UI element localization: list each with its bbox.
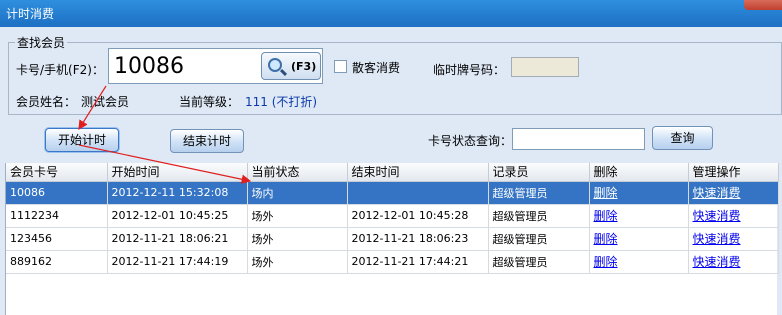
close-icon[interactable] [744,0,782,10]
delete-link[interactable]: 删除 [589,227,689,251]
stop-timing-button[interactable]: 结束计时 [170,129,244,153]
start-timing-button[interactable]: 开始计时 [45,128,119,152]
column-header[interactable]: 删除 [589,163,689,182]
end-time-cell: 2012-11-21 17:44:21 [347,250,489,274]
recorder-cell: 超级管理员 [488,181,590,205]
walkin-label: 散客消费 [352,61,401,75]
recorder-cell: 超级管理员 [488,227,590,251]
title-bar: 计时消费 [0,0,782,27]
column-header[interactable]: 记录员 [488,163,590,182]
search-shortcut-label: (F3) [291,60,317,73]
status-cell: 场外 [247,204,348,228]
status-cell: 场外 [247,250,348,274]
quick-consume-link[interactable]: 快速消费 [688,204,779,228]
status-query-label: 卡号状态查询： [428,134,513,148]
table-header-row: 会员卡号 开始时间 当前状态 结束时间 记录员 删除 管理操作 [6,163,779,182]
card-number-label: 卡号/手机(F2)： [16,63,104,77]
status-cell: 场内 [247,181,348,205]
column-header[interactable]: 会员卡号 [6,163,108,182]
column-header[interactable]: 当前状态 [247,163,348,182]
member-level-value: 111 (不打折) [245,95,318,109]
card-number-cell: 1112234 [6,204,108,228]
card-number-cell: 889162 [6,250,108,274]
member-name-label: 会员姓名： [16,95,77,109]
quick-consume-link[interactable]: 快速消费 [688,181,779,205]
table-row[interactable]: 123456 2012-11-21 18:06:21 场外 2012-11-21… [6,227,779,251]
start-time-cell: 2012-11-21 17:44:19 [107,250,248,274]
start-time-cell: 2012-11-21 18:06:21 [107,227,248,251]
column-header[interactable]: 开始时间 [107,163,248,182]
delete-link[interactable]: 删除 [589,181,689,205]
recorder-cell: 超级管理员 [488,250,590,274]
start-time-cell: 2012-12-01 10:45:25 [107,204,248,228]
table-row[interactable]: 10086 2012-12-11 15:32:08 场内 超级管理员 删除 快速… [6,181,779,205]
quick-consume-link[interactable]: 快速消费 [688,250,779,274]
temp-plate-label: 临时牌号码： [433,63,506,77]
column-header[interactable]: 管理操作 [688,163,779,182]
records-table: 会员卡号 开始时间 当前状态 结束时间 记录员 删除 管理操作 10086 20… [5,163,779,315]
end-time-cell [347,181,489,205]
table-row[interactable]: 889162 2012-11-21 17:44:19 场外 2012-11-21… [6,250,779,274]
query-button[interactable]: 查询 [652,126,713,150]
group-legend: 查找会员 [15,34,68,51]
end-time-cell: 2012-11-21 18:06:23 [347,227,489,251]
delete-link[interactable]: 删除 [589,250,689,274]
magnifier-icon [268,58,282,72]
temp-plate-input [511,57,579,77]
column-header[interactable]: 结束时间 [347,163,489,182]
delete-link[interactable]: 删除 [589,204,689,228]
member-name-value: 测试会员 [81,95,130,109]
status-query-input[interactable] [512,128,645,150]
window-title: 计时消费 [6,7,55,21]
card-number-cell: 10086 [6,181,108,205]
status-cell: 场外 [247,227,348,251]
table-row[interactable]: 1112234 2012-12-01 10:45:25 场外 2012-12-0… [6,204,779,228]
quick-consume-link[interactable]: 快速消费 [688,227,779,251]
member-level-label: 当前等级： [179,95,240,109]
recorder-cell: 超级管理员 [488,204,590,228]
walkin-checkbox[interactable] [334,60,347,73]
end-time-cell: 2012-12-01 10:45:28 [347,204,489,228]
card-number-cell: 123456 [6,227,108,251]
search-button[interactable]: (F3) [261,52,321,80]
start-time-cell: 2012-12-11 15:32:08 [107,181,248,205]
